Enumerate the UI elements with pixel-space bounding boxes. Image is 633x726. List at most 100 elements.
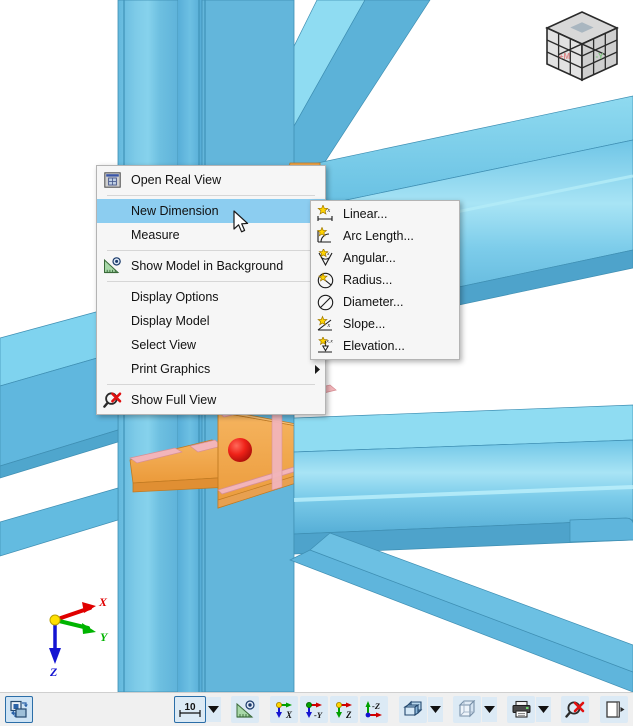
menu-item-icon-slot [97,310,127,332]
node-marker-center [228,438,252,462]
menu-item-select-view[interactable]: Select View [97,333,325,357]
dimension-slope-icon: x [311,314,339,334]
navcube-label-right: -Y [596,52,605,61]
submenu-item-label: Radius... [343,273,393,287]
navcube-label-left: +M [559,52,571,61]
submenu-item-label: Angular... [343,251,396,265]
navigation-cube[interactable]: +M -Y [541,8,623,86]
menu-separator [107,281,315,282]
view-z-button[interactable]: Z [330,696,358,723]
view-minus-y-label: -Y [314,710,323,720]
scale-value-icon: 10 [179,702,201,717]
menu-item-icon-slot [97,224,127,246]
axis-label-z: Z [49,665,58,678]
chevron-down-icon [484,706,495,713]
svg-text:x.x: x.x [325,339,333,345]
submenu-item-label: Elevation... [343,339,405,353]
menu-item-label: Display Model [131,314,210,328]
menu-item-label: Show Full View [131,393,217,407]
menu-item-new-dimension[interactable]: New Dimension [97,199,325,223]
submenu-item-radius[interactable]: Radius... [311,269,459,291]
dimension-radius-icon [317,272,333,289]
zoom-reset-button[interactable] [561,696,589,723]
submenu-item-linear[interactable]: x Linear... [311,203,459,225]
render-mode-dropdown[interactable] [428,697,443,722]
beam-lower-left [0,487,119,557]
dimension-angular-icon: x [311,248,339,268]
menu-item-label: New Dimension [131,204,219,218]
submenu-item-label: Arc Length... [343,229,414,243]
print-button[interactable] [507,696,535,723]
new-dimension-submenu[interactable]: x Linear... Arc Length... x Angular... Radius… [310,200,460,360]
wireframe-cube-icon [458,700,475,718]
menu-item-label: Measure [131,228,180,242]
chevron-down-icon [208,706,219,713]
submenu-item-arc-length[interactable]: Arc Length... [311,225,459,247]
chevron-down-icon [430,706,441,713]
scale-value-label: 10 [184,702,196,713]
submenu-item-angular[interactable]: x Angular... [311,247,459,269]
submenu-arrow-icon [309,364,325,374]
menu-item-open-real-view[interactable]: Open Real View [97,168,325,192]
axis-orientation-indicator: X Y Z [38,595,116,679]
menu-item-print-graphics[interactable]: Print Graphics [97,357,325,381]
render-toggle-icon [10,700,28,718]
measure-tool-button[interactable] [231,696,259,723]
dimension-slope-icon: x [316,315,332,331]
menu-item-label: Display Options [131,290,219,304]
menu-item-label: Print Graphics [131,362,211,376]
beam-middle-right [293,404,633,555]
dimension-elevation-icon: x.x [317,337,333,353]
submenu-item-label: Linear... [343,207,388,221]
solid-blocks-icon [402,700,422,717]
menu-item-label: Open Real View [131,173,222,187]
submenu-item-diameter[interactable]: Diameter... [311,291,459,313]
submenu-item-slope[interactable]: x Slope... [311,313,459,335]
dimension-scale-dropdown[interactable] [206,697,221,722]
axis-x-arrow [53,602,96,622]
view-minus-z-button[interactable]: -Z [360,696,388,723]
axis-z-arrow [49,618,61,664]
zoom-reset-icon [564,701,584,718]
menu-item-label: Select View [131,338,197,352]
wireframe-mode-button[interactable] [453,696,481,723]
diagonal-brace-lower [289,532,633,692]
real-view-icon [97,169,127,191]
render-mode-button[interactable] [399,696,427,723]
dimension-scale-button[interactable]: 10 [174,696,206,723]
menu-item-show-model-in-background[interactable]: Show Model in Background [97,254,325,278]
dimension-elevation-icon: x.x [311,336,339,356]
view-minus-y-button[interactable]: -Y [300,696,328,723]
real-view-icon [103,172,121,188]
menu-item-show-full-view[interactable]: Show Full View [97,388,325,412]
dimension-linear-icon: x [311,204,339,224]
view-context-menu[interactable]: Open Real View New Dimension Measure Show … [96,165,326,415]
menu-item-measure[interactable]: Measure [97,223,325,247]
print-dropdown[interactable] [536,697,551,722]
svg-text:x: x [326,323,330,329]
model-viewport[interactable]: +M -Y X Y Z Open Real View New Dimension… [0,0,633,692]
axis-view-negz-icon: -Z [365,700,382,717]
view-toolbar[interactable]: 10 X -Y Z -Z [0,692,633,726]
ruler-eye-icon [97,255,127,277]
menu-separator [107,250,315,251]
ruler-eye-icon [236,699,255,718]
view-x-button[interactable]: X [270,696,298,723]
printer-icon [512,700,530,718]
toggle-render-button[interactable] [5,696,33,723]
dimension-radius-icon [311,270,339,290]
dimension-arc-length-icon [311,226,339,246]
view-minus-z-label: -Z [372,701,380,711]
menu-item-display-options[interactable]: Display Options [97,285,325,309]
axis-view-z-icon: Z [336,701,352,720]
menu-item-display-model[interactable]: Display Model [97,309,325,333]
wireframe-mode-dropdown[interactable] [482,697,497,722]
submenu-item-label: Diameter... [343,295,404,309]
dimension-diameter-icon [311,292,339,312]
submenu-item-label: Slope... [343,317,386,331]
axis-label-x: X [98,596,108,609]
menu-item-icon-slot [97,334,127,356]
submenu-item-elevation[interactable]: x.x Elevation... [311,335,459,357]
panel-toggle-button[interactable] [600,696,628,723]
menu-item-label: Show Model in Background [131,259,284,273]
